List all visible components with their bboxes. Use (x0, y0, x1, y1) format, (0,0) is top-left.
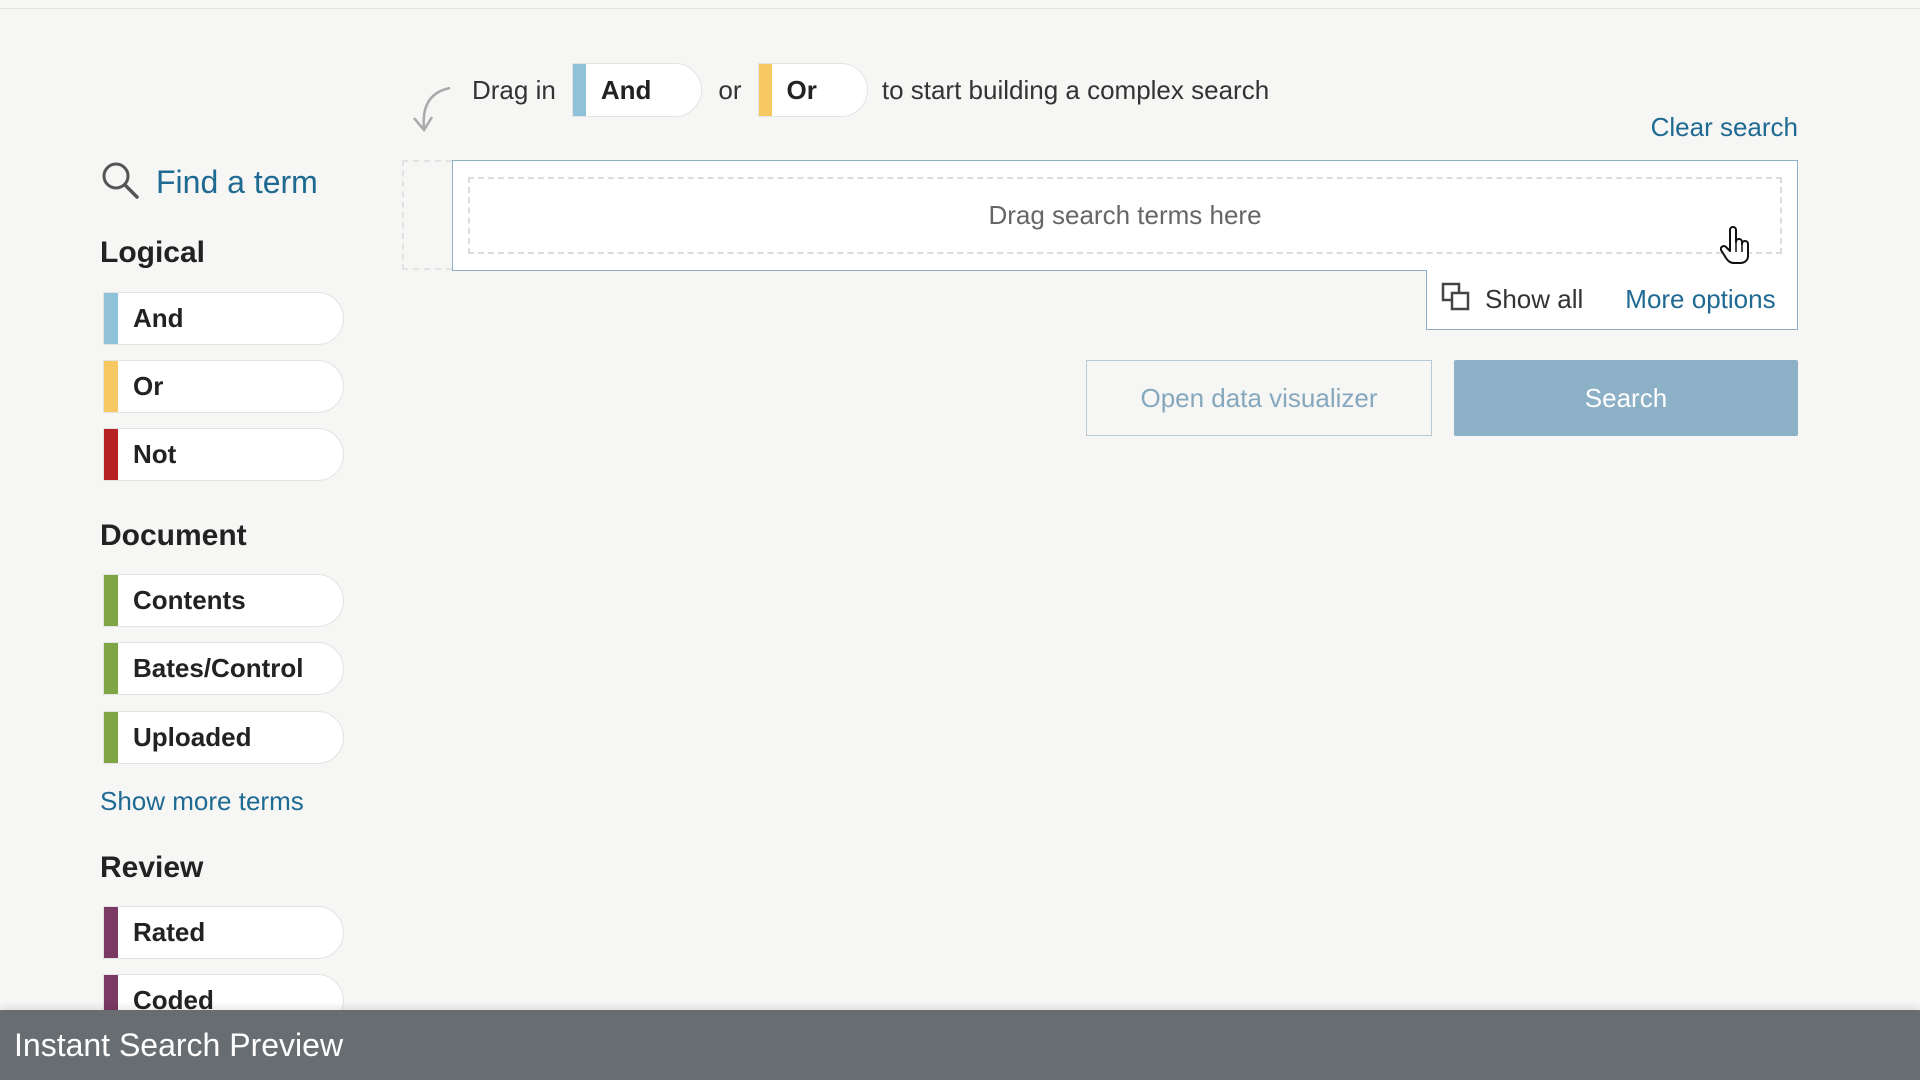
term-label: Rated (133, 917, 206, 947)
term-color-bar (104, 293, 118, 344)
search-button[interactable]: Search (1454, 360, 1798, 436)
hint-and-color-bar (572, 64, 586, 116)
instant-search-preview-bar[interactable]: Instant Search Preview (0, 1010, 1920, 1080)
term-label: And (133, 303, 184, 333)
term-bates-control[interactable]: Bates/Control (103, 642, 344, 695)
show-all-label: Show all (1485, 284, 1584, 314)
term-color-bar (104, 575, 118, 626)
hint-middle: or (718, 74, 742, 105)
drop-zone-handle (402, 160, 452, 270)
hint-or-term[interactable]: Or (757, 63, 868, 117)
term-color-bar (104, 712, 118, 763)
term-or[interactable]: Or (103, 360, 344, 413)
term-color-bar (104, 361, 118, 412)
term-color-bar (104, 429, 118, 480)
complex-search-hint: Drag in And or Or to start building a co… (472, 62, 1269, 118)
more-options-link[interactable]: More options (1625, 284, 1775, 315)
hint-or-color-bar (758, 64, 772, 116)
curved-arrow-icon (408, 84, 454, 139)
term-label: Contents (133, 585, 246, 615)
show-all-icon (1441, 282, 1471, 317)
hand-pointer-icon (1719, 224, 1754, 269)
term-color-bar (104, 907, 118, 958)
hint-and-label: And (600, 74, 652, 105)
find-term-label: Find a term (156, 164, 318, 200)
search-drop-zone[interactable]: Drag search terms here (452, 160, 1798, 271)
hint-or-label: Or (786, 74, 817, 105)
section-title-document: Document (100, 519, 247, 552)
search-icon (100, 160, 140, 205)
term-rated[interactable]: Rated (103, 906, 344, 959)
show-all-toggle[interactable]: Show all (1427, 282, 1583, 317)
term-contents[interactable]: Contents (103, 574, 344, 627)
drop-placeholder: Drag search terms here (988, 200, 1262, 230)
term-label: Or (133, 371, 164, 401)
hint-prefix: Drag in (472, 74, 556, 105)
clear-search-link[interactable]: Clear search (1651, 112, 1798, 143)
search-options-bar: Show all More options (1426, 270, 1798, 330)
instant-search-preview-title: Instant Search Preview (14, 1026, 344, 1063)
show-more-terms-link[interactable]: Show more terms (100, 786, 304, 817)
term-uploaded[interactable]: Uploaded (103, 711, 344, 764)
term-and[interactable]: And (103, 292, 344, 345)
term-color-bar (104, 643, 118, 694)
section-title-logical: Logical (100, 236, 206, 269)
term-label: Not (133, 439, 177, 469)
drop-target[interactable]: Drag search terms here (468, 177, 1782, 254)
hint-suffix: to start building a complex search (881, 74, 1270, 105)
open-data-visualizer-button[interactable]: Open data visualizer (1086, 360, 1432, 436)
top-divider (0, 0, 1920, 9)
term-not[interactable]: Not (103, 428, 344, 481)
term-label: Bates/Control (133, 653, 304, 683)
hint-and-term[interactable]: And (571, 63, 703, 117)
term-label: Uploaded (133, 722, 252, 752)
section-title-review: Review (100, 851, 204, 884)
find-term-link[interactable]: Find a term (100, 160, 318, 205)
